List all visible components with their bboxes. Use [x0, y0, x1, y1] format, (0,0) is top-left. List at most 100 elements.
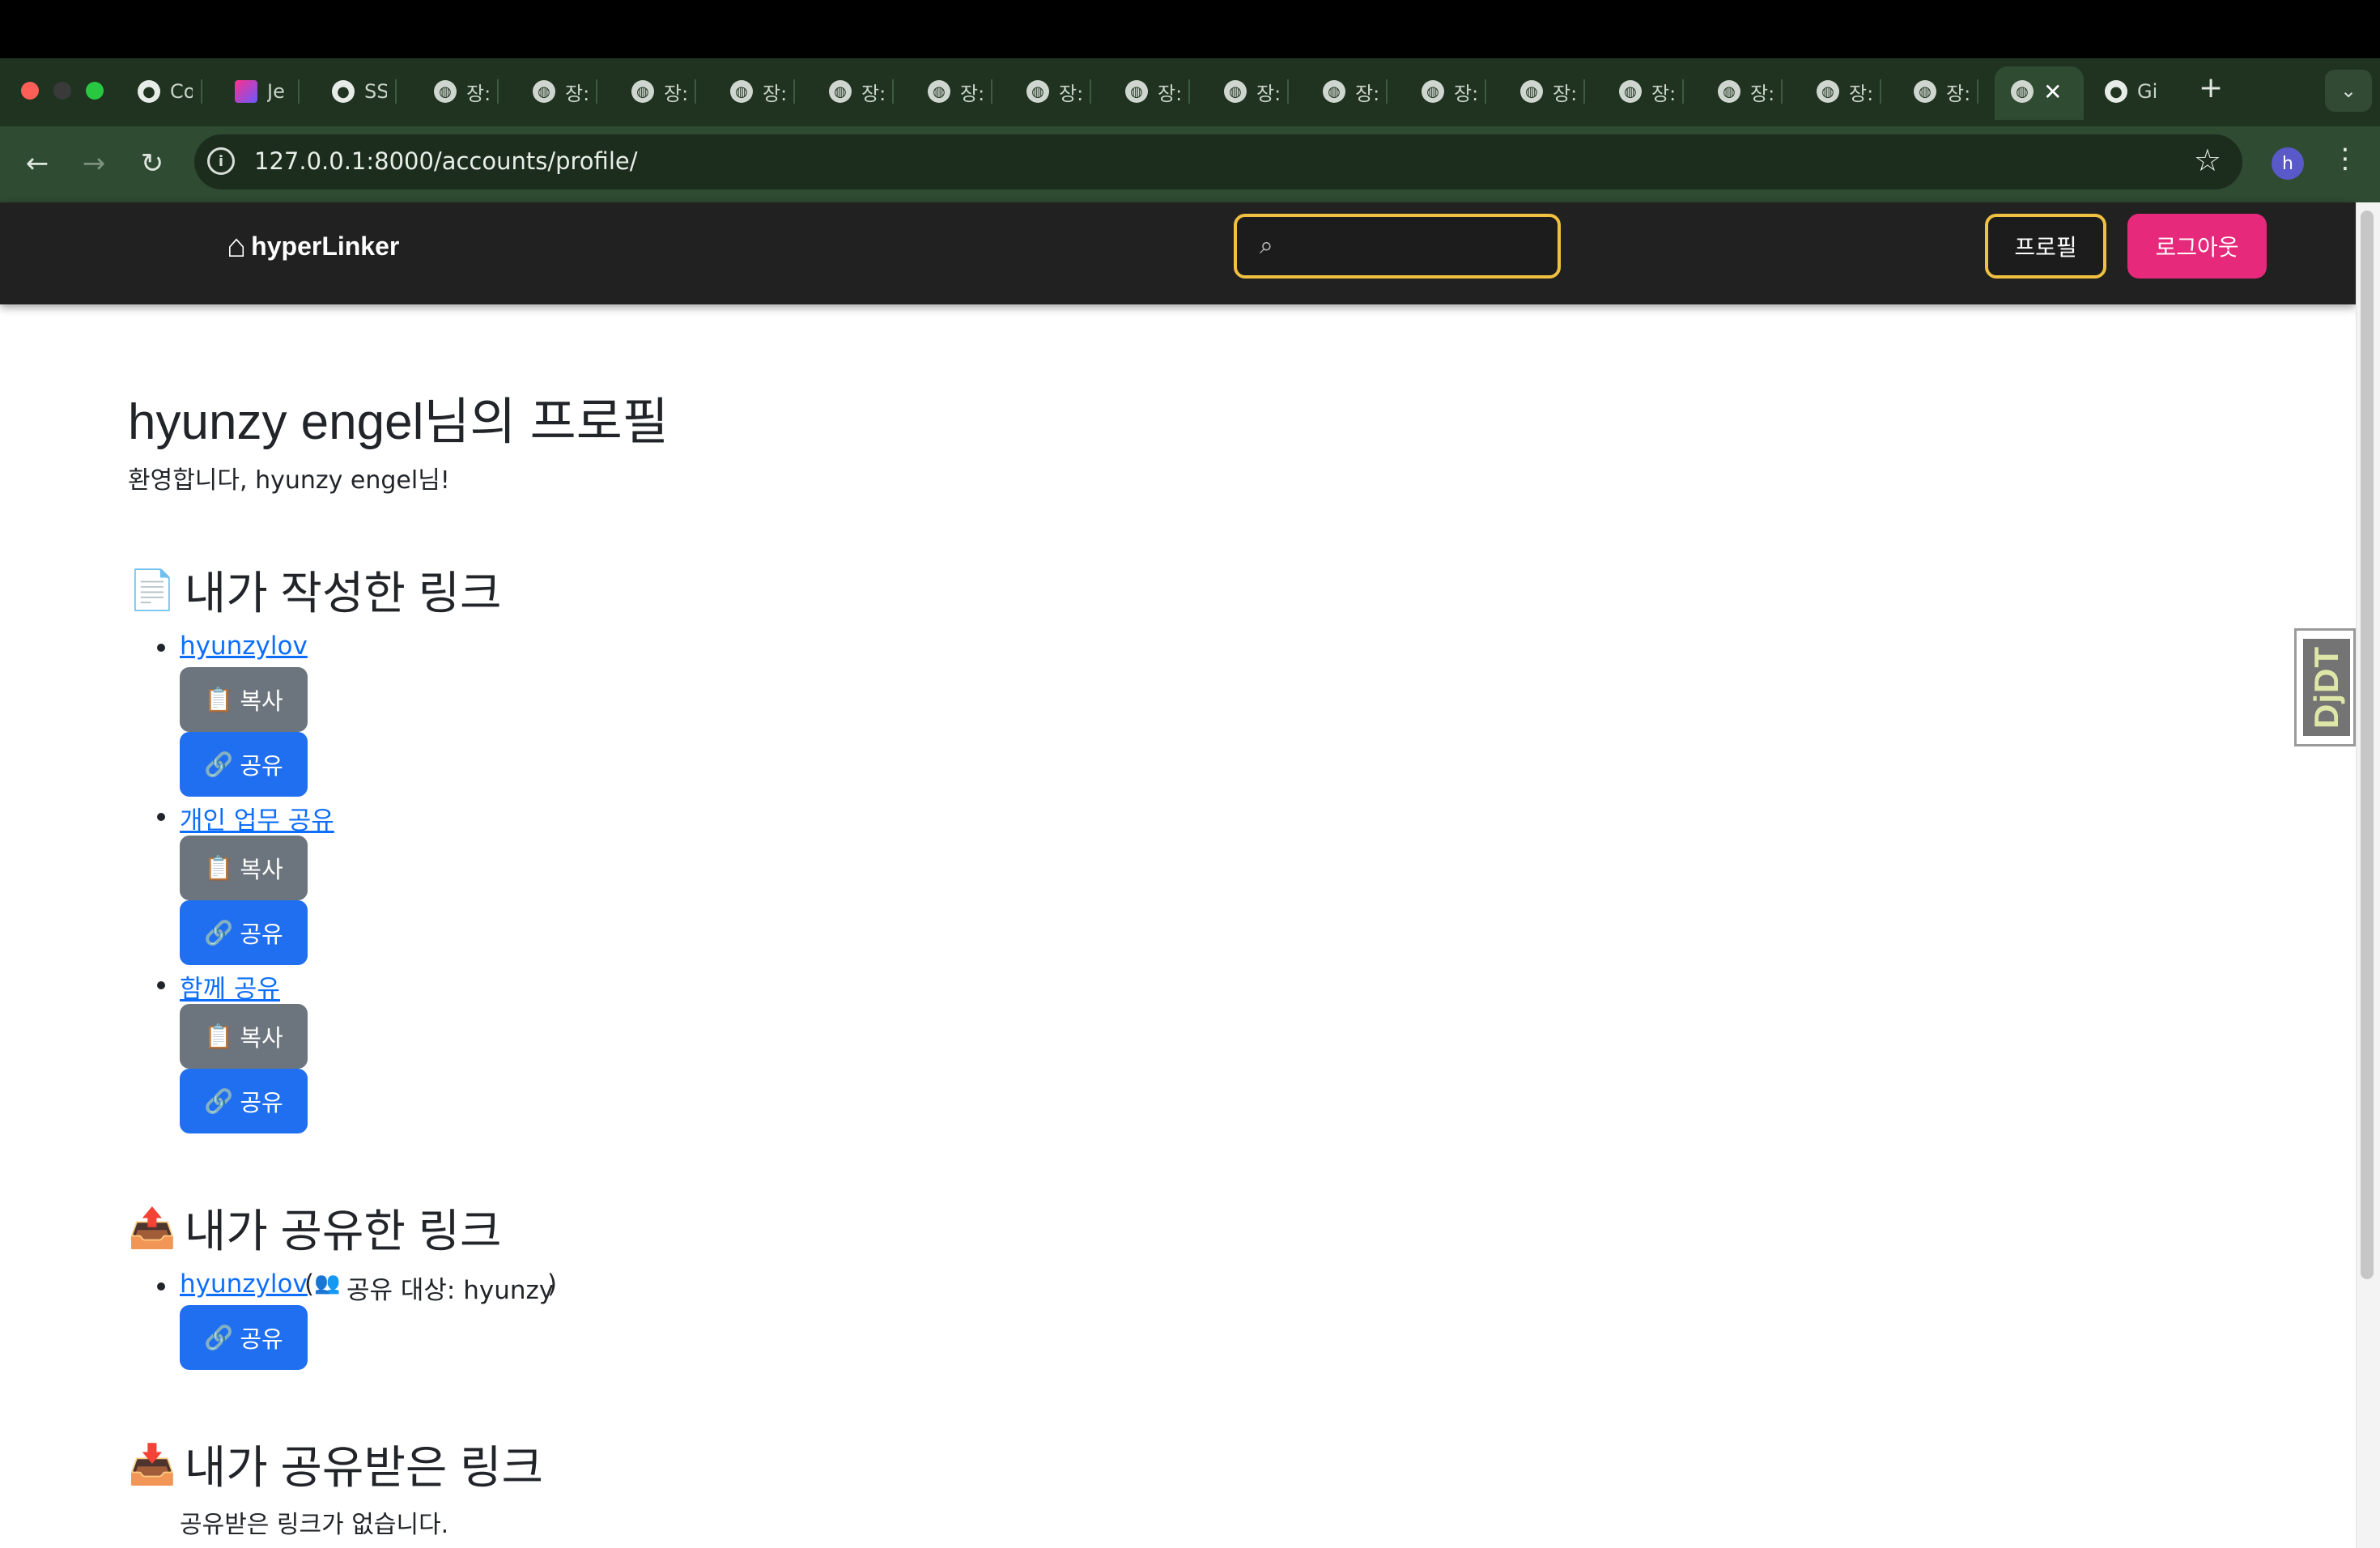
globe-icon: ◍ — [434, 80, 457, 103]
globe-icon: ◍ — [928, 80, 950, 103]
minimize-window-icon[interactable] — [53, 82, 71, 100]
browser-tab[interactable]: ◍ 장: — [631, 70, 696, 113]
address-bar[interactable]: i 127.0.0.1:8000/accounts/profile/ ☆ — [194, 134, 2242, 189]
browser-tab[interactable]: ◍ 장: — [1323, 70, 1388, 113]
close-window-icon[interactable] — [21, 82, 39, 100]
browser-tab[interactable]: ◍ 장: — [829, 70, 894, 113]
share-label: 공유 — [240, 921, 283, 948]
brand-name: hyperLinker — [251, 232, 400, 261]
share-label: 공유 — [240, 1325, 283, 1353]
browser-tab[interactable]: ● SS — [332, 70, 397, 113]
tab-separator — [1090, 79, 1091, 104]
browser-tab[interactable]: ◍ 장: — [533, 70, 597, 113]
shared-links-heading: 📤 내가 공유한 링크 — [128, 1195, 502, 1261]
tab-close-icon[interactable]: ✕ — [2043, 79, 2062, 105]
inbox-tray-icon: 📥 — [128, 1444, 176, 1486]
browser-menu-icon[interactable]: ⋮ — [2331, 142, 2359, 175]
back-icon[interactable]: ← — [18, 144, 57, 183]
zoom-window-icon[interactable] — [86, 82, 104, 100]
tab-label: 장: — [763, 82, 785, 105]
search-input[interactable]: ⌕ — [1234, 214, 1561, 279]
site-info-icon[interactable]: i — [207, 147, 235, 175]
my-link-2[interactable]: 함께 공유 — [180, 968, 280, 1005]
browser-tab[interactable]: ◍ 장: — [1817, 70, 1881, 113]
list-bullet — [157, 813, 165, 821]
browser-tab[interactable]: ◍ 장: — [1026, 70, 1091, 113]
tab-separator — [497, 79, 499, 104]
screen-top-bar — [0, 0, 2380, 58]
forward-icon[interactable]: → — [74, 144, 113, 183]
github-icon: ● — [332, 80, 355, 103]
globe-icon: ◍ — [1125, 80, 1148, 103]
github-icon: ● — [138, 80, 160, 103]
browser-tab[interactable]: ◍ 장: — [1914, 70, 1978, 113]
shared-links-heading-text: 내가 공유한 링크 — [184, 1206, 502, 1257]
tab-separator — [1682, 79, 1684, 104]
share-button[interactable]: 🔗 공유 — [180, 732, 308, 797]
list-bullet — [157, 644, 165, 652]
browser-tab[interactable]: ◍ 장: — [1125, 70, 1190, 113]
tab-separator — [298, 79, 300, 104]
browser-tab[interactable]: ● Co — [138, 70, 202, 113]
globe-icon: ◍ — [1619, 80, 1642, 103]
tab-separator — [1386, 79, 1388, 104]
reload-icon[interactable]: ↻ — [133, 144, 172, 183]
received-empty-message: 공유받은 링크가 없습니다. — [180, 1511, 449, 1539]
tab-github[interactable]: ● Gi — [2105, 70, 2160, 113]
browser-tab[interactable]: ◍ 장: — [1224, 70, 1289, 113]
tab-separator — [892, 79, 894, 104]
my-link-1[interactable]: 개인 업무 공유 — [180, 800, 334, 836]
django-debug-toolbar-handle[interactable]: DjDT — [2294, 628, 2356, 746]
brand-logo[interactable]: ⌂ hyperLinker — [227, 228, 399, 265]
tab-label: 장: — [1651, 82, 1674, 105]
profile-button[interactable]: 프로필 — [1985, 214, 2106, 279]
list-bullet — [157, 981, 165, 989]
share-button[interactable]: 🔗 공유 — [180, 1305, 308, 1370]
welcome-message: 환영합니다, hyunzy engel님! — [128, 466, 450, 495]
tab-separator — [991, 79, 992, 104]
browser-tab[interactable]: ◍ 장: — [1619, 70, 1684, 113]
tab-search-menu[interactable]: ⌄ — [2325, 70, 2372, 112]
tab-label: 장: — [565, 82, 588, 105]
tab-label: 장: — [960, 82, 983, 105]
browser-tab[interactable]: Je — [235, 70, 300, 113]
share-button[interactable]: 🔗 공유 — [180, 1069, 308, 1133]
copy-button[interactable]: 📋 복사 — [180, 667, 308, 732]
my-link-0[interactable]: hyunzylov — [180, 632, 308, 661]
tab-separator — [395, 79, 397, 104]
browser-tab[interactable]: ◍ 장: — [1718, 70, 1783, 113]
received-links-heading-text: 내가 공유받은 링크 — [184, 1442, 544, 1493]
globe-icon: ◍ — [1422, 80, 1444, 103]
document-icon: 📄 — [128, 569, 176, 612]
logout-button[interactable]: 로그아웃 — [2127, 214, 2267, 279]
home-icon: ⌂ — [227, 228, 247, 264]
share-button[interactable]: 🔗 공유 — [180, 900, 308, 965]
browser-profile-avatar[interactable]: h — [2272, 147, 2304, 180]
url-text[interactable]: 127.0.0.1:8000/accounts/profile/ — [254, 147, 638, 175]
new-tab-button[interactable]: + — [2199, 71, 2223, 104]
tab-separator — [1977, 79, 1978, 104]
copy-button[interactable]: 📋 복사 — [180, 836, 308, 900]
browser-tab[interactable]: ◍ 장: — [928, 70, 992, 113]
link-icon: 🔗 — [204, 1087, 234, 1115]
globe-icon: ◍ — [1520, 80, 1543, 103]
browser-tab[interactable]: ◍ 장: — [1520, 70, 1585, 113]
globe-icon: ◍ — [1718, 80, 1740, 103]
share-label: 공유 — [240, 1089, 283, 1116]
received-links-heading: 📥 내가 공유받은 링크 — [128, 1431, 543, 1497]
bookmark-star-icon[interactable]: ☆ — [2194, 142, 2221, 178]
globe-icon: ◍ — [1224, 80, 1247, 103]
tab-label: 장: — [1158, 82, 1180, 105]
scrollbar-thumb[interactable] — [2361, 211, 2374, 1279]
shared-target-close: ) — [547, 1269, 558, 1299]
browser-tab[interactable]: ◍ 장: — [1422, 70, 1486, 113]
tab-separator — [793, 79, 795, 104]
globe-icon: ◍ — [1323, 80, 1345, 103]
share-label: 공유 — [240, 752, 283, 780]
tab-active-content[interactable]: ◍ ✕ — [2011, 70, 2062, 113]
clipboard-icon: 📋 — [204, 685, 234, 713]
browser-tab[interactable]: ◍ 장: — [434, 70, 499, 113]
shared-link-0[interactable]: hyunzylov — [180, 1269, 308, 1299]
browser-tab[interactable]: ◍ 장: — [730, 70, 795, 113]
copy-button[interactable]: 📋 복사 — [180, 1004, 308, 1069]
